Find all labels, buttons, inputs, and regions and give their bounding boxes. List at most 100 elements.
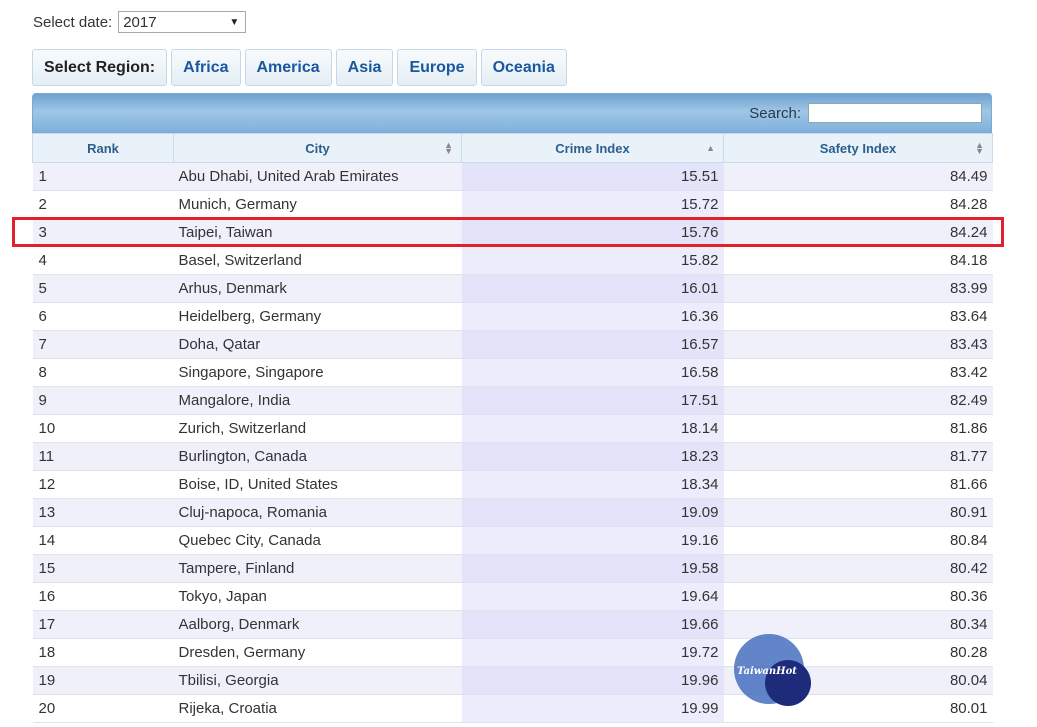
rank-cell: 10 (32, 414, 174, 443)
table-row: 3 Taipei, Taiwan 15.76 84.24 (32, 218, 993, 247)
crime-index-cell: 18.34 (461, 470, 724, 499)
safety-index-cell: 80.91 (723, 498, 993, 527)
sort-both-icon: ▲ ▼ (444, 140, 453, 156)
column-header-crime-index[interactable]: Crime Index ▲ (461, 133, 724, 163)
region-label: Select Region: (32, 49, 168, 86)
crime-index-cell: 15.72 (461, 190, 724, 219)
crime-index-cell: 19.64 (461, 582, 724, 611)
column-header-crime-index-label: Crime Index (555, 140, 630, 156)
column-header-city[interactable]: City ▲ ▼ (173, 133, 462, 163)
safety-index-cell: 81.77 (723, 442, 993, 471)
crime-index-cell: 19.96 (461, 666, 724, 695)
rank-cell: 2 (32, 190, 174, 219)
table-row: 2 Munich, Germany 15.72 84.28 (32, 190, 993, 219)
rank-cell: 1 (32, 162, 174, 191)
column-header-city-label: City (305, 140, 330, 156)
date-label: Select date: (33, 13, 113, 31)
table-row: 14 Quebec City, Canada 19.16 80.84 (32, 526, 993, 555)
crime-index-cell: 16.01 (461, 274, 724, 303)
search-label: Search: (749, 104, 801, 122)
table-row: 6 Heidelberg, Germany 16.36 83.64 (32, 302, 993, 331)
city-cell: Burlington, Canada (173, 442, 462, 471)
ranking-table-container: Search: Rank City ▲ ▼ Crime Index ▲ Safety … (32, 93, 993, 723)
crime-index-cell: 15.51 (461, 162, 724, 191)
safety-index-cell: 80.36 (723, 582, 993, 611)
safety-index-cell: 82.49 (723, 386, 993, 415)
table-row: 5 Arhus, Denmark 16.01 83.99 (32, 274, 993, 303)
city-cell: Zurich, Switzerland (173, 414, 462, 443)
rank-cell: 14 (32, 526, 174, 555)
crime-index-cell: 19.09 (461, 498, 724, 527)
safety-index-cell: 84.49 (723, 162, 993, 191)
city-cell: Boise, ID, United States (173, 470, 462, 499)
region-button-africa[interactable]: Africa (171, 49, 241, 86)
rank-cell: 16 (32, 582, 174, 611)
region-button-oceania[interactable]: Oceania (480, 49, 567, 86)
table-row: 18 Dresden, Germany 19.72 80.28 (32, 638, 993, 667)
rank-cell: 9 (32, 386, 174, 415)
table-row: 4 Basel, Switzerland 15.82 84.18 (32, 246, 993, 275)
city-cell: Rijeka, Croatia (173, 694, 462, 723)
city-cell: Heidelberg, Germany (173, 302, 462, 331)
city-cell: Quebec City, Canada (173, 526, 462, 555)
safety-index-cell: 80.42 (723, 554, 993, 583)
table-row: 19 Tbilisi, Georgia 19.96 80.04 (32, 666, 993, 695)
rank-cell: 12 (32, 470, 174, 499)
date-filter: Select date: 2017 ▼ (33, 11, 247, 33)
table-toolbar: Search: (32, 93, 992, 133)
crime-index-cell: 19.66 (461, 610, 724, 639)
crime-index-cell: 16.36 (461, 302, 724, 331)
column-header-rank[interactable]: Rank (32, 133, 174, 163)
rank-cell: 7 (32, 330, 174, 359)
column-header-rank-label: Rank (87, 140, 119, 156)
region-button-america[interactable]: America (244, 49, 332, 86)
city-cell: Mangalore, India (173, 386, 462, 415)
rank-cell: 6 (32, 302, 174, 331)
city-cell: Tampere, Finland (173, 554, 462, 583)
crime-index-cell: 15.82 (461, 246, 724, 275)
safety-index-cell: 80.34 (723, 610, 993, 639)
ranking-table: Rank City ▲ ▼ Crime Index ▲ Safety Index ▲ ▼ … (32, 133, 993, 723)
table-row: 7 Doha, Qatar 16.57 83.43 (32, 330, 993, 359)
city-cell: Doha, Qatar (173, 330, 462, 359)
rank-cell: 11 (32, 442, 174, 471)
rank-cell: 17 (32, 610, 174, 639)
safety-index-cell: 80.84 (723, 526, 993, 555)
table-row: 15 Tampere, Finland 19.58 80.42 (32, 554, 993, 583)
safety-index-cell: 81.86 (723, 414, 993, 443)
city-cell: Tokyo, Japan (173, 582, 462, 611)
rank-cell: 5 (32, 274, 174, 303)
table-row: 11 Burlington, Canada 18.23 81.77 (32, 442, 993, 471)
rank-cell: 13 (32, 498, 174, 527)
crime-index-cell: 15.76 (461, 218, 724, 247)
column-header-safety-index[interactable]: Safety Index ▲ ▼ (723, 133, 993, 163)
crime-index-cell: 19.16 (461, 526, 724, 555)
city-cell: Arhus, Denmark (173, 274, 462, 303)
rank-cell: 20 (32, 694, 174, 723)
safety-index-cell: 80.01 (723, 694, 993, 723)
sort-ascending-icon: ▲ (706, 143, 715, 153)
date-select[interactable]: 2017 ▼ (118, 11, 247, 33)
crime-index-cell: 18.14 (461, 414, 724, 443)
sort-both-icon: ▲ ▼ (975, 140, 984, 156)
city-cell: Singapore, Singapore (173, 358, 462, 387)
city-cell: Abu Dhabi, United Arab Emirates (173, 162, 462, 191)
safety-index-cell: 83.99 (723, 274, 993, 303)
rank-cell: 3 (32, 218, 174, 247)
city-cell: Dresden, Germany (173, 638, 462, 667)
safety-index-cell: 81.66 (723, 470, 993, 499)
search-input[interactable] (808, 103, 982, 123)
safety-index-cell: 83.64 (723, 302, 993, 331)
safety-index-cell: 84.28 (723, 190, 993, 219)
table-row: 12 Boise, ID, United States 18.34 81.66 (32, 470, 993, 499)
city-cell: Tbilisi, Georgia (173, 666, 462, 695)
safety-index-cell: 83.42 (723, 358, 993, 387)
region-button-europe[interactable]: Europe (397, 49, 477, 86)
city-cell: Basel, Switzerland (173, 246, 462, 275)
table-row: 13 Cluj-napoca, Romania 19.09 80.91 (32, 498, 993, 527)
safety-index-cell: 83.43 (723, 330, 993, 359)
rank-cell: 18 (32, 638, 174, 667)
crime-index-cell: 19.58 (461, 554, 724, 583)
region-button-asia[interactable]: Asia (335, 49, 394, 86)
safety-index-cell: 84.18 (723, 246, 993, 275)
